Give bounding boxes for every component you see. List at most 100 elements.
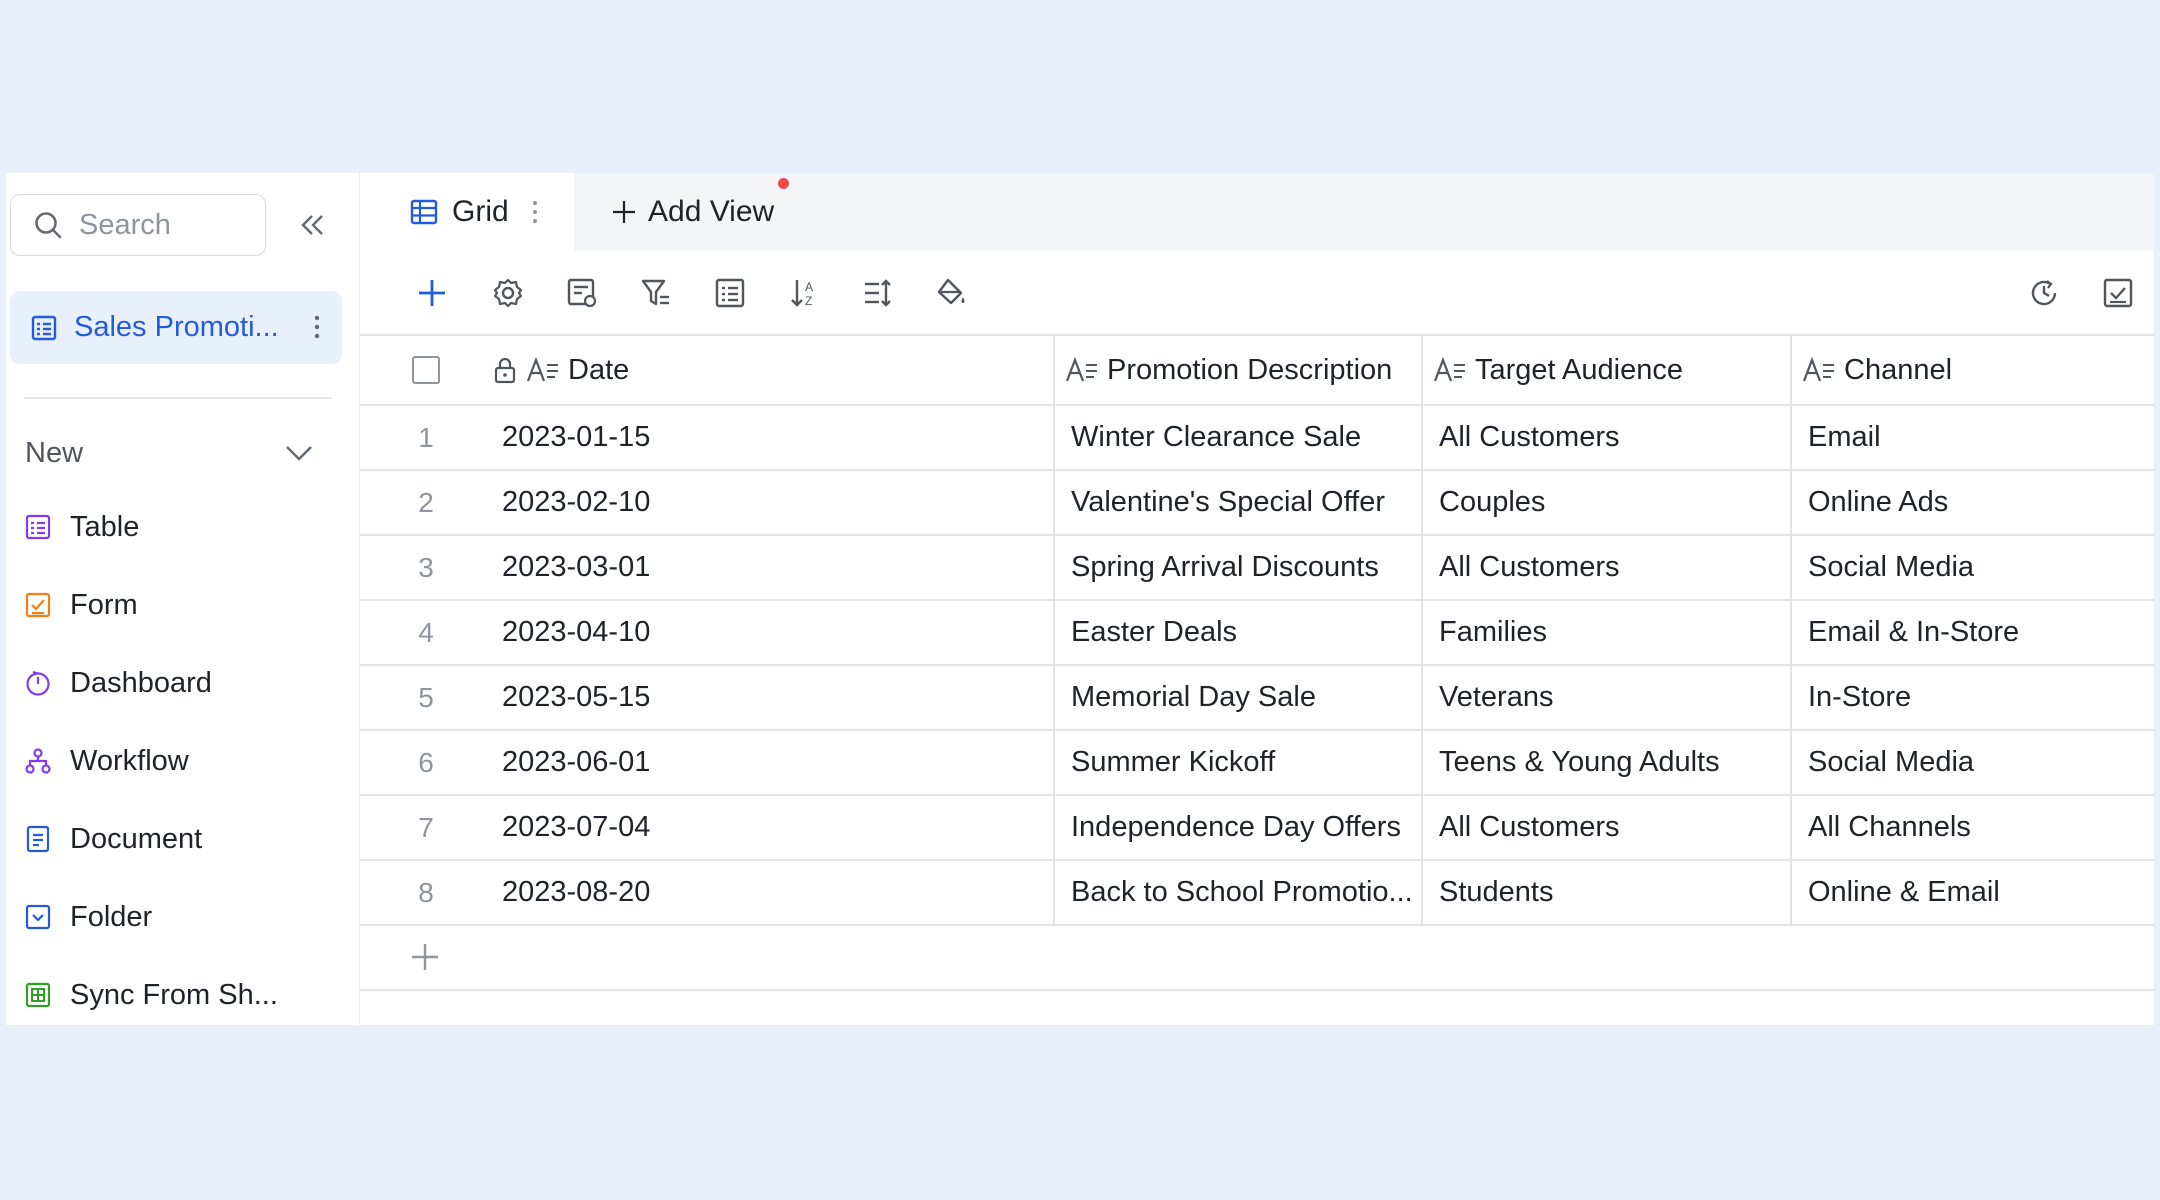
cell-description[interactable]: Summer Kickoff xyxy=(1053,731,1423,794)
sidebar-item-dashboard[interactable]: Dashboard xyxy=(24,657,324,709)
sidebar-sheet-item[interactable]: Sales Promoti... xyxy=(10,291,342,364)
group-button[interactable] xyxy=(712,275,748,311)
column-header-audience[interactable]: Target Audience xyxy=(1421,336,1791,404)
sidebar-divider xyxy=(24,397,332,399)
sidebar-item-form[interactable]: Form xyxy=(24,579,324,631)
cell-channel[interactable]: In-Store xyxy=(1790,666,2154,729)
sidebar-item-workflow[interactable]: Workflow xyxy=(24,735,324,787)
cell-channel[interactable]: Online & Email xyxy=(1790,861,2154,924)
cell-description[interactable]: Independence Day Offers xyxy=(1053,796,1423,859)
more-vertical-icon[interactable] xyxy=(312,313,322,341)
table-row[interactable]: 2 2023-02-10 Valentine's Special Offer C… xyxy=(360,471,2154,536)
cell-date[interactable]: 2023-08-20 xyxy=(502,861,1052,924)
select-all-checkbox[interactable] xyxy=(412,356,440,384)
settings-button[interactable] xyxy=(490,275,526,311)
cell-channel[interactable]: Online Ads xyxy=(1790,471,2154,534)
cell-date[interactable]: 2023-06-01 xyxy=(502,731,1052,794)
row-index: 2 xyxy=(418,486,434,518)
collapse-sidebar-button[interactable] xyxy=(296,209,328,241)
text-field-icon xyxy=(1065,356,1097,382)
cell-channel[interactable]: Email & In-Store xyxy=(1790,601,2154,664)
row-index: 5 xyxy=(418,681,434,713)
cell-date[interactable]: 2023-03-01 xyxy=(502,536,1052,599)
cell-audience[interactable]: Veterans xyxy=(1421,666,1791,729)
cell-channel[interactable]: Social Media xyxy=(1790,536,2154,599)
dashboard-icon xyxy=(26,670,50,696)
text-field-icon xyxy=(1433,356,1465,382)
sidebar-item-sync-from-sheet[interactable]: Sync From Sh... xyxy=(24,969,324,1021)
add-view-label: Add View xyxy=(648,195,775,228)
column-header-description[interactable]: Promotion Description xyxy=(1053,336,1423,404)
cell-audience[interactable]: All Customers xyxy=(1421,796,1791,859)
text-field-icon xyxy=(1802,356,1834,382)
svg-text:Z: Z xyxy=(805,294,812,308)
sort-button[interactable]: A Z xyxy=(786,275,822,311)
cell-audience[interactable]: All Customers xyxy=(1421,536,1791,599)
checklist-button[interactable] xyxy=(2100,275,2136,311)
tab-grid-label: Grid xyxy=(452,195,509,228)
sidebar-item-document[interactable]: Document xyxy=(24,813,324,865)
tab-grid[interactable]: Grid xyxy=(360,173,574,251)
column-header-date[interactable]: Date xyxy=(492,336,1052,404)
sidebar-item-label: Workflow xyxy=(70,744,189,777)
form-icon xyxy=(25,592,51,618)
cell-channel[interactable]: Email xyxy=(1790,406,2154,469)
column-header-label: Channel xyxy=(1844,353,1953,386)
table-row[interactable]: 8 2023-08-20 Back to School Promotio... … xyxy=(360,861,2154,926)
table-row[interactable]: 7 2023-07-04 Independence Day Offers All… xyxy=(360,796,2154,861)
new-section-toggle[interactable]: New xyxy=(25,429,315,477)
row-index: 7 xyxy=(418,811,434,843)
cell-description[interactable]: Winter Clearance Sale xyxy=(1053,406,1423,469)
cell-date[interactable]: 2023-01-15 xyxy=(502,406,1052,469)
sidebar-item-folder[interactable]: Folder xyxy=(24,891,324,943)
cell-date[interactable]: 2023-04-10 xyxy=(502,601,1052,664)
cell-description[interactable]: Easter Deals xyxy=(1053,601,1423,664)
cell-audience[interactable]: Families xyxy=(1421,601,1791,664)
add-row xyxy=(360,926,2154,991)
cell-date[interactable]: 2023-07-04 xyxy=(502,796,1052,859)
sidebar-sheet-label: Sales Promoti... xyxy=(74,311,279,343)
field-settings-button[interactable] xyxy=(564,275,600,311)
search-box[interactable] xyxy=(10,194,266,256)
sidebar: Sales Promoti... New Table xyxy=(6,173,360,1025)
history-button[interactable] xyxy=(2026,275,2062,311)
cell-date[interactable]: 2023-05-15 xyxy=(502,666,1052,729)
row-index: 4 xyxy=(418,616,434,648)
cell-audience[interactable]: Students xyxy=(1421,861,1791,924)
add-row-plus-icon[interactable] xyxy=(410,942,440,972)
sidebar-item-label: Dashboard xyxy=(70,666,212,699)
row-height-icon xyxy=(865,279,891,307)
filter-button[interactable] xyxy=(638,275,674,311)
table-row[interactable]: 5 2023-05-15 Memorial Day Sale Veterans … xyxy=(360,666,2154,731)
row-index: 1 xyxy=(418,421,434,453)
cell-description[interactable]: Valentine's Special Offer xyxy=(1053,471,1423,534)
add-record-button[interactable] xyxy=(414,275,450,311)
cell-audience[interactable]: Teens & Young Adults xyxy=(1421,731,1791,794)
cell-audience[interactable]: All Customers xyxy=(1421,406,1791,469)
search-input[interactable] xyxy=(77,207,251,243)
fill-color-button[interactable] xyxy=(934,275,970,311)
sidebar-item-label: Sync From Sh... xyxy=(70,978,278,1011)
header-row: Date Promotion Description Target Audien… xyxy=(360,334,2154,406)
table-row[interactable]: 1 2023-01-15 Winter Clearance Sale All C… xyxy=(360,406,2154,471)
cell-description[interactable]: Memorial Day Sale xyxy=(1053,666,1423,729)
table-row[interactable]: 6 2023-06-01 Summer Kickoff Teens & Youn… xyxy=(360,731,2154,796)
text-field-icon xyxy=(526,356,558,382)
sidebar-item-table[interactable]: Table xyxy=(24,501,324,553)
svg-text:A: A xyxy=(805,280,813,294)
column-header-channel[interactable]: Channel xyxy=(1790,336,2154,404)
cell-channel[interactable]: All Channels xyxy=(1790,796,2154,859)
plus-icon xyxy=(419,280,445,306)
cell-date[interactable]: 2023-02-10 xyxy=(502,471,1052,534)
add-view-button[interactable]: Add View xyxy=(610,173,774,251)
row-height-button[interactable] xyxy=(860,275,896,311)
workflow-icon xyxy=(25,748,51,774)
table-row[interactable]: 4 2023-04-10 Easter Deals Families Email… xyxy=(360,601,2154,666)
cell-audience[interactable]: Couples xyxy=(1421,471,1791,534)
plus-icon xyxy=(613,201,635,223)
table-row[interactable]: 3 2023-03-01 Spring Arrival Discounts Al… xyxy=(360,536,2154,601)
more-vertical-icon[interactable] xyxy=(531,199,539,225)
cell-channel[interactable]: Social Media xyxy=(1790,731,2154,794)
cell-description[interactable]: Back to School Promotio... xyxy=(1053,861,1423,924)
cell-description[interactable]: Spring Arrival Discounts xyxy=(1053,536,1423,599)
